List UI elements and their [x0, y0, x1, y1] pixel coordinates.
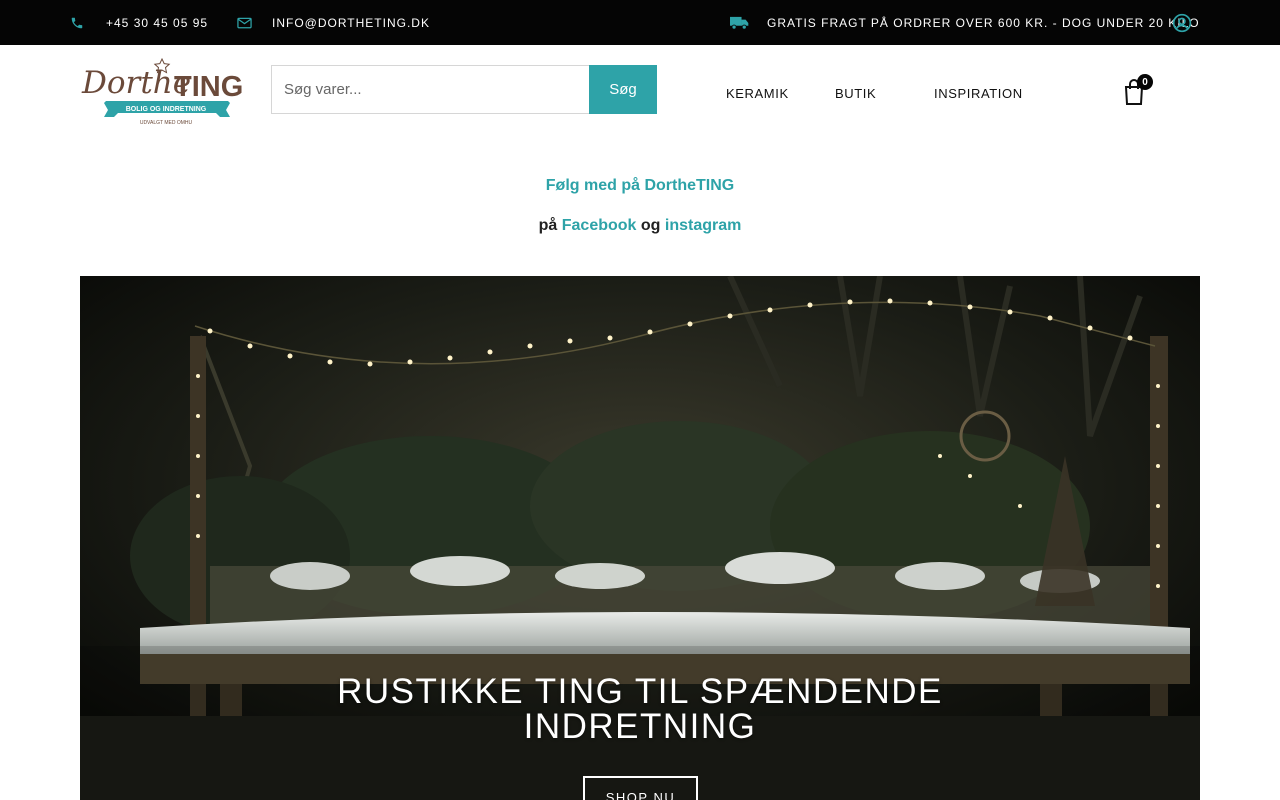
email-link[interactable]: INFO@DORTHETING.DK — [272, 0, 430, 45]
shop-now-button[interactable]: SHOP NU — [583, 776, 698, 800]
search-input[interactable] — [271, 65, 589, 114]
follow-connector: og — [640, 217, 661, 234]
follow-prefix: på — [538, 217, 558, 234]
site-logo[interactable]: Dorthe TING BOLIG OG INDRETNING UDVALGT … — [80, 55, 252, 127]
phone-link[interactable]: +45 30 45 05 95 — [106, 0, 208, 45]
hero-title-line1: RUSTIKKE TING TIL SPÆNDENDE — [337, 672, 943, 711]
top-bar: +45 30 45 05 95 INFO@DORTHETING.DK GRATI… — [0, 0, 1280, 45]
user-icon[interactable] — [1172, 0, 1192, 45]
truck-icon — [730, 0, 749, 45]
nav-keramik[interactable]: KERAMIK — [726, 86, 789, 101]
logo-ribbon-text: BOLIG OG INDRETNING — [126, 106, 207, 113]
hero-title: RUSTIKKE TING TIL SPÆNDENDE INDRETNING — [80, 674, 1200, 744]
instagram-link[interactable]: instagram — [665, 217, 741, 234]
search-button[interactable]: Søg — [589, 65, 657, 114]
shipping-notice: GRATIS FRAGT PÅ ORDRER OVER 600 KR. - DO… — [767, 15, 1200, 30]
nav-inspiration[interactable]: INSPIRATION — [934, 86, 1023, 101]
nav-butik[interactable]: BUTIK — [835, 86, 876, 101]
phone-icon — [70, 0, 84, 45]
facebook-link[interactable]: Facebook — [562, 217, 637, 234]
logo-brand-right: TING — [174, 71, 243, 103]
logo-tagline: UDVALGT MED OMHU — [140, 120, 193, 126]
follow-title: Følg med på DortheTING — [545, 177, 735, 194]
hero-banner: RUSTIKKE TING TIL SPÆNDENDE INDRETNING S… — [80, 276, 1200, 800]
cart-count-badge: 0 — [1137, 74, 1153, 90]
mail-icon — [237, 0, 252, 45]
hero-title-line2: INDRETNING — [523, 707, 757, 746]
follow-line: på Facebook og instagram — [0, 217, 1280, 235]
